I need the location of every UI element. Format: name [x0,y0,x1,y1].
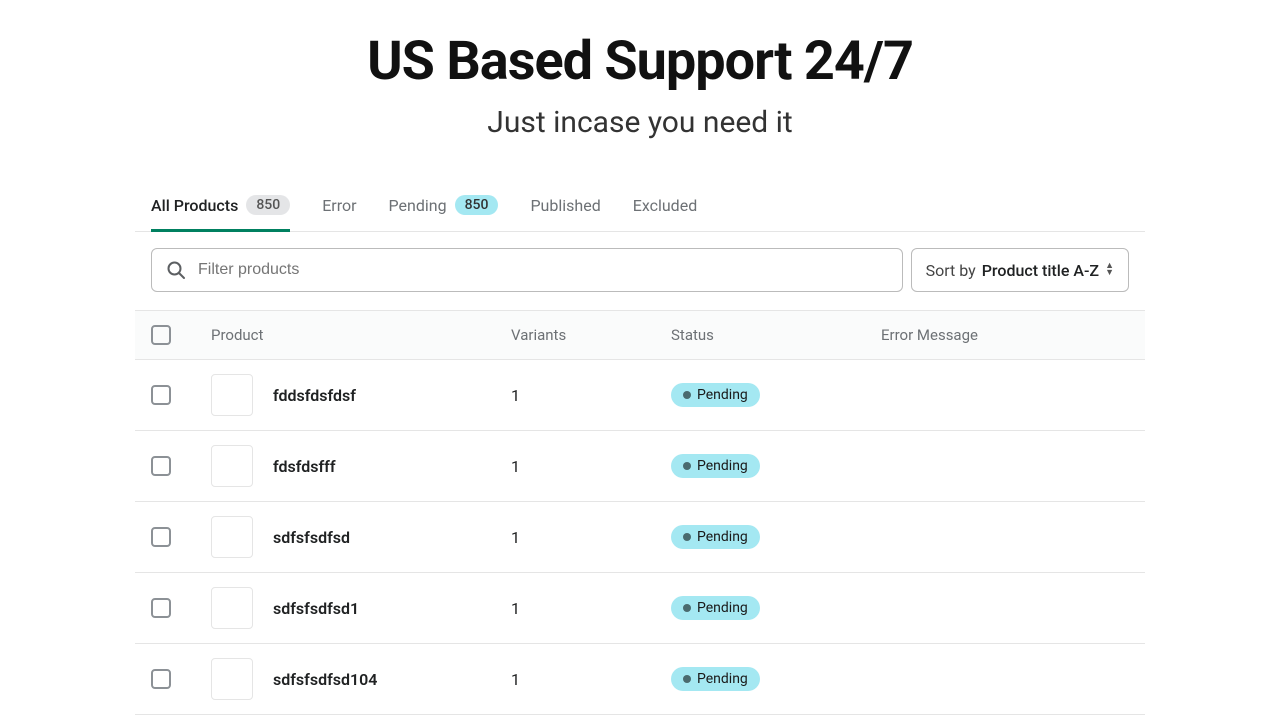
tab-label: All Products [151,196,238,215]
product-thumbnail [211,587,253,629]
page-header: US Based Support 24/7 Just incase you ne… [0,0,1280,160]
row-checkbox[interactable] [151,456,171,476]
tabs: All Products 850 Error Pending 850 Published E… [135,180,1145,232]
product-name: sdfsfsdfsd104 [273,670,377,689]
product-name: sdfsfsdfsd1 [273,599,359,618]
status-badge: Pending [671,596,760,620]
tab-label: Error [322,196,356,215]
status-text: Pending [697,458,748,474]
col-product: Product [211,326,511,344]
sort-value: Product title A-Z [982,261,1099,280]
status-text: Pending [697,671,748,687]
table-row: sdfsfsdfsd 1 Pending [135,502,1145,573]
tab-label: Pending [389,196,447,215]
tab-label: Published [530,196,600,215]
product-thumbnail [211,374,253,416]
sort-icon: ▲▼ [1105,263,1114,277]
tab-all-products[interactable]: All Products 850 [151,181,290,232]
status-badge: Pending [671,525,760,549]
select-all-checkbox[interactable] [151,325,171,345]
col-error: Error Message [881,326,1129,344]
product-thumbnail [211,445,253,487]
status-text: Pending [697,387,748,403]
table-row: sdfsfsdfsd1 1 Pending [135,573,1145,644]
variants-cell: 1 [511,386,671,405]
product-thumbnail [211,658,253,700]
variants-cell: 1 [511,528,671,547]
status-badge: Pending [671,667,760,691]
product-name: sdfsfsdfsd [273,528,350,547]
variants-cell: 1 [511,599,671,618]
col-status: Status [671,326,881,344]
tab-badge: 850 [246,195,290,215]
tab-badge: 850 [455,195,499,215]
status-dot-icon [683,604,691,612]
status-badge: Pending [671,383,760,407]
table-row: fddsfdsfdsf 1 Pending [135,360,1145,431]
toolbar: Sort by Product title A-Z ▲▼ [135,248,1145,292]
col-variants: Variants [511,326,671,344]
table-header: Product Variants Status Error Message [135,310,1145,360]
variants-cell: 1 [511,457,671,476]
tab-published[interactable]: Published [530,181,600,232]
row-checkbox[interactable] [151,669,171,689]
search-icon [166,260,186,280]
page-subtitle: Just incase you need it [0,105,1280,140]
sort-dropdown[interactable]: Sort by Product title A-Z ▲▼ [911,248,1129,292]
status-dot-icon [683,675,691,683]
status-text: Pending [697,529,748,545]
status-dot-icon [683,462,691,470]
page-title: US Based Support 24/7 [0,30,1280,93]
product-thumbnail [211,516,253,558]
sort-label: Sort by [926,261,976,280]
row-checkbox[interactable] [151,527,171,547]
status-dot-icon [683,391,691,399]
table-row: fdsfdsfff 1 Pending [135,431,1145,502]
row-checkbox[interactable] [151,598,171,618]
variants-cell: 1 [511,670,671,689]
table-row: sdfsfsdfsd104 1 Pending [135,644,1145,715]
tab-excluded[interactable]: Excluded [633,181,698,232]
status-badge: Pending [671,454,760,478]
search-input-wrapper[interactable] [151,248,903,292]
status-dot-icon [683,533,691,541]
product-name: fddsfdsfdsf [273,386,356,405]
search-input[interactable] [198,261,888,279]
tab-label: Excluded [633,196,698,215]
product-name: fdsfdsfff [273,457,336,476]
tab-pending[interactable]: Pending 850 [389,181,499,232]
tab-error[interactable]: Error [322,181,356,232]
status-text: Pending [697,600,748,616]
row-checkbox[interactable] [151,385,171,405]
